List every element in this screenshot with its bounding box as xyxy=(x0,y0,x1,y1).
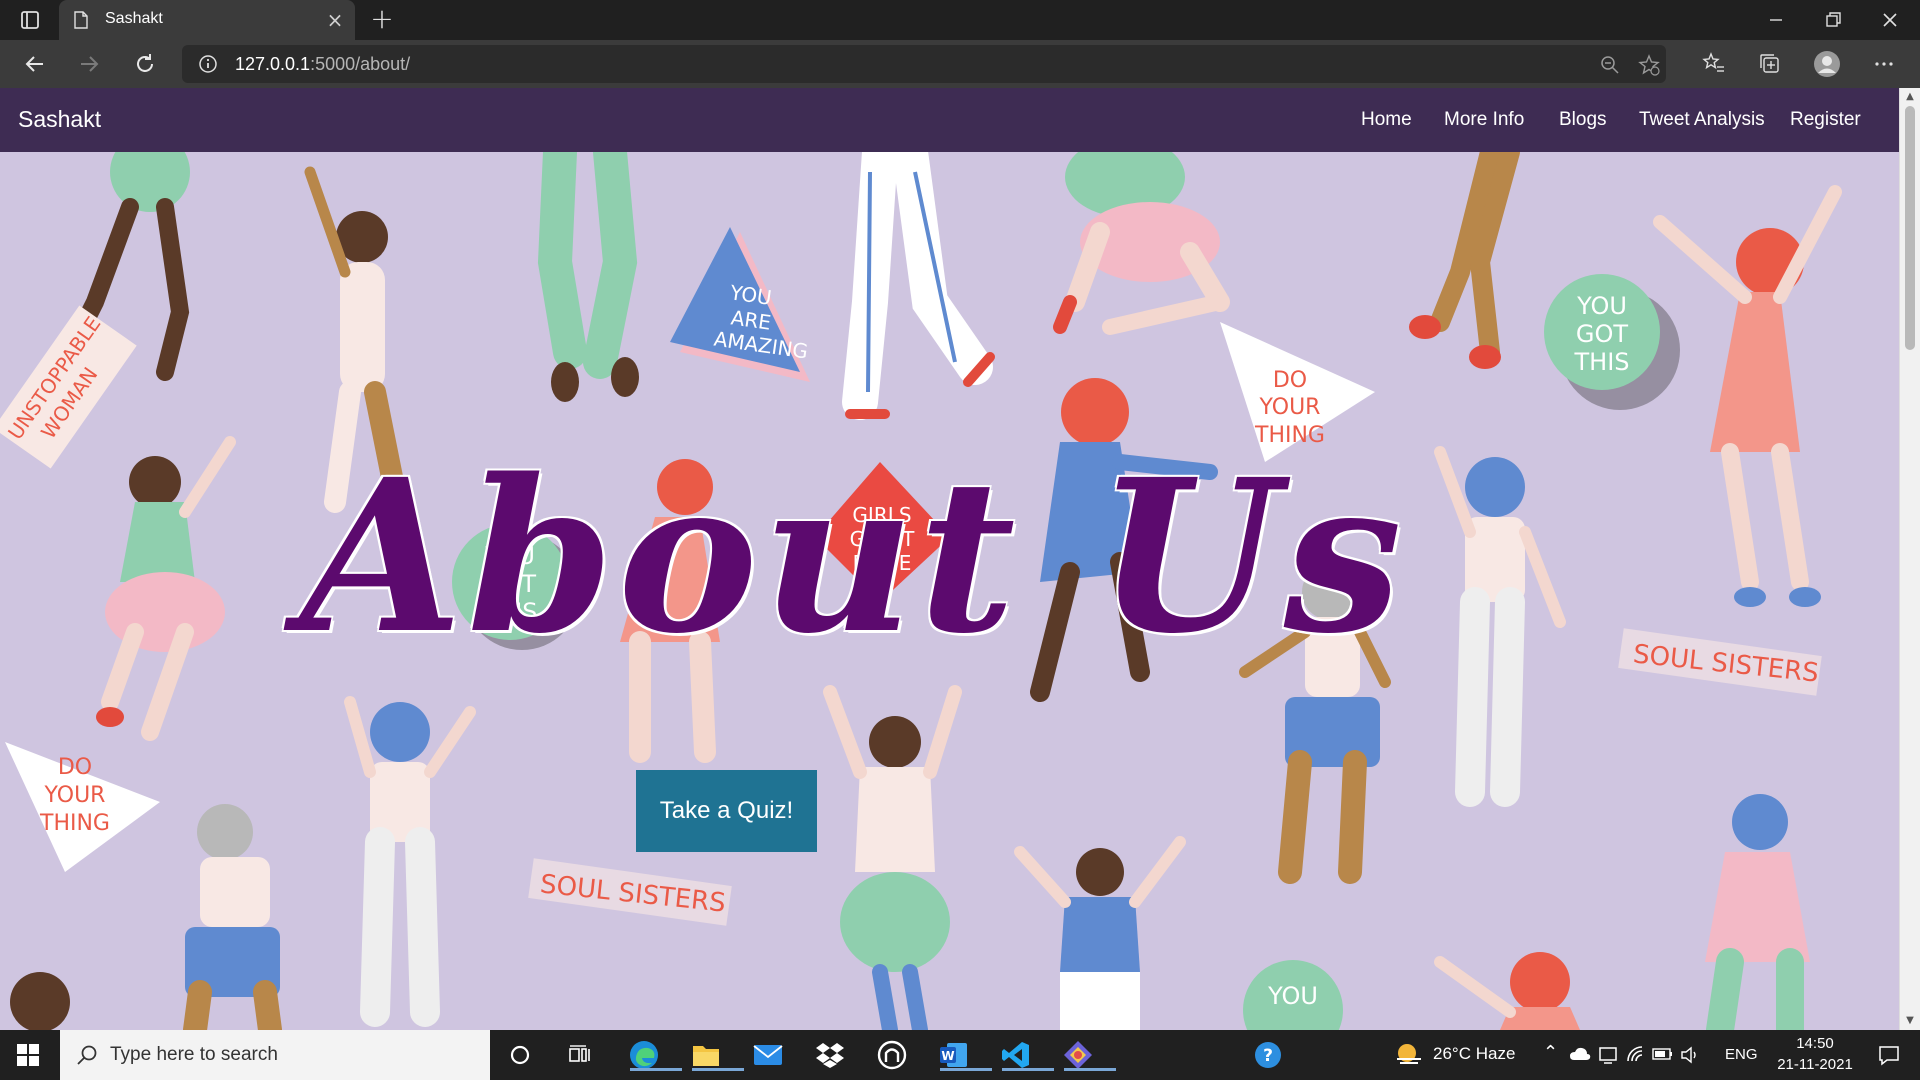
close-tab-icon[interactable]: × xyxy=(325,10,345,30)
svg-text:?: ? xyxy=(1263,1046,1273,1066)
svg-text:THIS: THIS xyxy=(1573,348,1629,376)
more-options-icon[interactable] xyxy=(1870,50,1898,78)
word-icon[interactable]: W xyxy=(936,1039,992,1071)
notifications-icon[interactable] xyxy=(1877,1043,1901,1067)
svg-text:THING: THING xyxy=(39,811,110,836)
web-page: Sashakt Home More Info Blogs Tweet Analy… xyxy=(0,88,1920,1030)
svg-text:YOUR: YOUR xyxy=(1259,395,1321,420)
svg-text:YOU: YOU xyxy=(1576,292,1627,320)
show-hidden-icons-icon[interactable]: ⌃ xyxy=(1543,1042,1558,1063)
active-app-indicator xyxy=(1002,1068,1054,1071)
minimize-icon[interactable] xyxy=(1764,8,1788,32)
close-window-icon[interactable] xyxy=(1878,8,1902,32)
file-explorer-icon[interactable] xyxy=(688,1039,744,1071)
taskbar-search-box[interactable]: Type here to search xyxy=(60,1030,490,1080)
system-tray: 26°C Haze ⌃ ENG 14:50 21-11-2021 xyxy=(1395,1030,1920,1080)
take-quiz-button[interactable]: Take a Quiz! xyxy=(636,770,817,852)
url-text[interactable]: 127.0.0.1:5000/about/ xyxy=(235,54,410,75)
nav-home[interactable]: Home xyxy=(1361,109,1412,131)
svg-text:YOU: YOU xyxy=(1267,982,1318,1010)
address-bar[interactable]: 127.0.0.1:5000/about/ xyxy=(182,45,1666,83)
nav-register[interactable]: Register xyxy=(1790,109,1861,131)
tab-actions-icon[interactable] xyxy=(18,8,42,32)
nav-blogs[interactable]: Blogs xyxy=(1559,109,1607,131)
nav-more-info[interactable]: More Info xyxy=(1444,109,1524,131)
site-info-icon[interactable] xyxy=(198,54,218,74)
vscode-icon[interactable] xyxy=(998,1039,1054,1071)
onedrive-icon[interactable] xyxy=(1569,1046,1591,1062)
svg-text:W: W xyxy=(941,1049,954,1063)
active-app-indicator xyxy=(1064,1068,1116,1071)
wifi-icon[interactable] xyxy=(1626,1045,1646,1065)
clock-time[interactable]: 14:50 xyxy=(1770,1035,1860,1052)
scroll-thumb[interactable] xyxy=(1905,106,1915,350)
windows-start-icon[interactable] xyxy=(16,1043,40,1067)
active-app-indicator xyxy=(630,1068,682,1071)
svg-text:DO: DO xyxy=(58,755,92,780)
browser-toolbar: 127.0.0.1:5000/about/ xyxy=(0,40,1920,88)
clock-date[interactable]: 21-11-2021 xyxy=(1770,1056,1860,1073)
active-tab[interactable]: Sashakt × xyxy=(59,0,355,40)
page-icon xyxy=(74,11,88,29)
hero-section: YOU ARE AMAZING UNSTOPPABLE WOMAN DO YOU… xyxy=(0,152,1899,1030)
edge-taskbar-icon[interactable] xyxy=(626,1039,682,1071)
active-app-indicator xyxy=(940,1068,992,1071)
browser-tab-bar: Sashakt × + xyxy=(0,0,1920,40)
restore-icon[interactable] xyxy=(1821,8,1845,32)
dropbox-icon[interactable] xyxy=(812,1039,848,1071)
figure-19 xyxy=(10,972,70,1030)
github-desktop-icon[interactable] xyxy=(874,1039,910,1071)
favorites-icon[interactable] xyxy=(1700,50,1728,78)
collections-icon[interactable] xyxy=(1756,50,1784,78)
active-app-indicator xyxy=(692,1068,744,1071)
page-title: About Us xyxy=(300,433,1406,680)
forward-icon[interactable] xyxy=(75,50,103,78)
weather-text[interactable]: 26°C Haze xyxy=(1433,1044,1515,1064)
new-tab-button[interactable]: + xyxy=(368,5,396,34)
nav-tweet-analysis[interactable]: Tweet Analysis xyxy=(1639,109,1765,131)
cortana-icon[interactable] xyxy=(502,1039,538,1071)
weather-haze-icon[interactable] xyxy=(1395,1042,1423,1068)
volume-icon[interactable] xyxy=(1680,1045,1700,1065)
windows-taskbar: Type here to search W ? 26°C Haze ⌃ ENG … xyxy=(0,1030,1920,1080)
site-navbar: Sashakt Home More Info Blogs Tweet Analy… xyxy=(0,88,1899,152)
git-tool-icon[interactable] xyxy=(1060,1039,1116,1071)
site-brand[interactable]: Sashakt xyxy=(18,106,101,133)
scroll-up-icon[interactable]: ▲ xyxy=(1905,92,1915,102)
language-indicator[interactable]: ENG xyxy=(1725,1046,1758,1063)
help-icon[interactable]: ? xyxy=(1250,1039,1286,1071)
battery-icon[interactable] xyxy=(1652,1047,1674,1061)
back-icon[interactable] xyxy=(21,50,49,78)
profile-avatar-icon[interactable] xyxy=(1813,50,1841,78)
page-scrollbar[interactable]: ▲ ▼ xyxy=(1899,88,1920,1030)
task-view-icon[interactable] xyxy=(562,1039,598,1071)
search-icon xyxy=(77,1045,97,1065)
mail-icon[interactable] xyxy=(750,1039,786,1071)
scroll-down-icon[interactable]: ▼ xyxy=(1905,1016,1915,1026)
svg-text:GOT: GOT xyxy=(1576,320,1628,348)
svg-text:YOUR: YOUR xyxy=(44,783,106,808)
refresh-icon[interactable] xyxy=(131,50,159,78)
tab-title: Sashakt xyxy=(105,10,163,27)
svg-text:DO: DO xyxy=(1273,368,1307,393)
search-placeholder: Type here to search xyxy=(110,1044,278,1065)
add-favorite-icon[interactable] xyxy=(1637,53,1661,77)
security-icon[interactable] xyxy=(1598,1045,1618,1065)
zoom-out-icon[interactable] xyxy=(1598,53,1622,77)
